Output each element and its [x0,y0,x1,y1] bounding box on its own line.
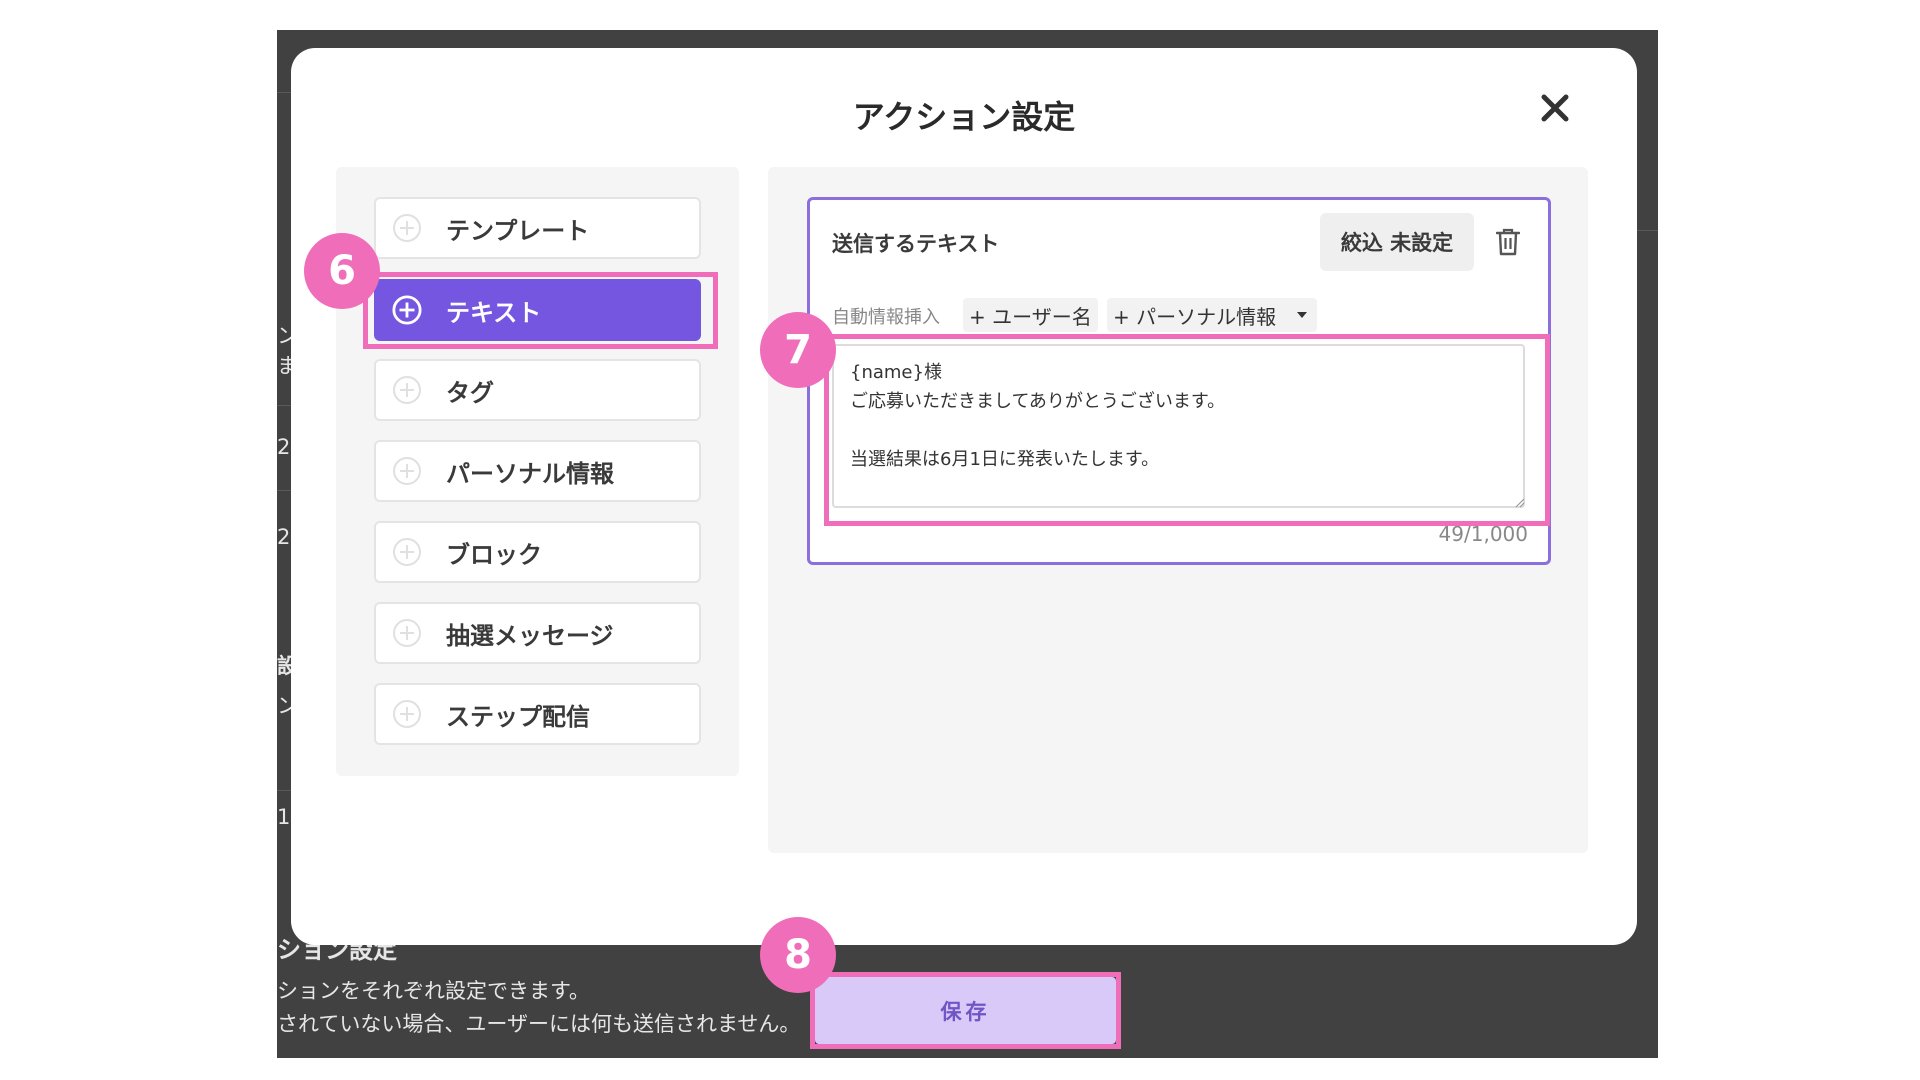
menu-item-text[interactable]: テキスト [374,279,701,341]
menu-item-personal-info[interactable]: パーソナル情報 [374,440,701,502]
menu-item-template[interactable]: テンプレート [374,197,701,259]
bg-fragment: 1 [277,805,291,829]
close-button[interactable] [1531,84,1579,132]
plus-circle-icon [392,456,422,486]
menu-item-label: テキスト [446,298,542,327]
text-action-card: 送信するテキスト 絞込 未設定 自動情報挿入 + ユーザー名 + パーソナル情報… [807,197,1551,565]
character-count: 49/1,000 [1438,522,1528,546]
save-button[interactable]: 保存 [815,977,1116,1044]
card-title: 送信するテキスト [832,232,1000,256]
action-settings-modal: アクション設定 テンプレート テキスト タグ パーソナル情報 ブロック 抽選メッ… [291,48,1637,945]
message-textarea[interactable]: {name}様 ご応募いただきましてありがとうございます。 当選結果は6月1日に… [832,344,1525,508]
insert-personal-info-dropdown[interactable]: + パーソナル情報 [1107,298,1317,332]
caret-down-icon [1297,312,1308,318]
menu-item-label: タグ [446,378,494,407]
menu-item-label: テンプレート [446,216,590,245]
menu-item-label: 抽選メッセージ [446,621,614,650]
insert-personal-info-label: + パーソナル情報 [1113,304,1277,329]
menu-item-tag[interactable]: タグ [374,359,701,421]
action-editor-panel: 送信するテキスト 絞込 未設定 自動情報挿入 + ユーザー名 + パーソナル情報… [768,167,1588,853]
step-badge-8: 8 [760,917,836,993]
trash-icon [1496,228,1520,256]
plus-circle-icon [392,699,422,729]
plus-circle-icon [392,375,422,405]
menu-item-step-delivery[interactable]: ステップ配信 [374,683,701,745]
resize-handle-icon[interactable] [1515,498,1525,508]
auto-insert-label: 自動情報挿入 [832,307,940,328]
bg-description: ションをそれぞれ設定できます。 [277,979,590,1003]
step-badge-6: 6 [304,233,380,309]
action-type-menu: テンプレート テキスト タグ パーソナル情報 ブロック 抽選メッセージ ステップ… [336,167,739,776]
plus-circle-icon [392,537,422,567]
close-icon [1541,94,1569,122]
plus-circle-icon [392,213,422,243]
menu-item-block[interactable]: ブロック [374,521,701,583]
plus-circle-icon [392,618,422,648]
modal-title: アクション設定 [852,98,1076,136]
menu-item-lottery-message[interactable]: 抽選メッセージ [374,602,701,664]
bg-description: されていない場合、ユーザーには何も送信されません。 [277,1012,801,1036]
insert-user-name-button[interactable]: + ユーザー名 [963,298,1098,332]
delete-button[interactable] [1493,225,1523,259]
filter-button[interactable]: 絞込 未設定 [1320,213,1474,271]
menu-item-label: パーソナル情報 [446,459,614,488]
menu-item-label: ステップ配信 [446,702,590,731]
menu-item-label: ブロック [446,540,542,569]
plus-circle-icon [392,295,422,325]
step-badge-7: 7 [760,312,836,388]
